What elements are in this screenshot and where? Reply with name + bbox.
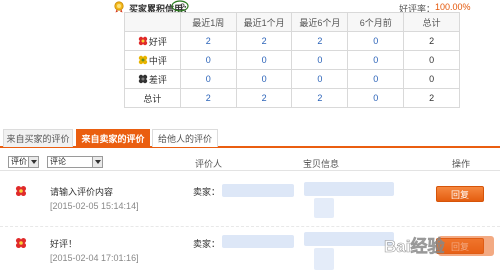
stats-cell[interactable]: 2 [235,88,293,108]
review-content: 好评！ [50,239,78,249]
comment-filter-value: 评论 [50,157,66,166]
redacted-item-info [304,182,394,196]
reply-button[interactable]: 回复 [436,238,484,254]
stats-row-total: 总计 2 2 2 0 2 [124,88,460,108]
stats-cell[interactable]: 2 [179,31,237,51]
stats-row-label: 中评 [124,50,181,70]
redacted-seller-name [222,235,294,248]
stats-cell[interactable]: 0 [347,88,405,108]
review-date: [2015-02-05 15:14:14] [50,201,139,211]
comment-filter-select[interactable]: 评论 [47,156,103,168]
stats-header-row: 最近1周 最近1个月 最近6个月 6个月前 总计 [124,12,460,32]
stats-row-label: 好评 [124,31,181,51]
stats-header-cell: 最近1周 [179,12,237,32]
stats-cell: 0 [403,69,460,89]
stats-cell[interactable]: 2 [291,31,349,51]
review-row: 好评！ [2015-02-04 17:01:16] 卖家： 回复 [0,229,500,275]
stats-row-label-text: 差评 [148,74,167,85]
stats-row-label-text: 中评 [148,55,167,66]
stats-cell[interactable]: 2 [291,88,349,108]
tab-from-buyers[interactable]: 来自买家的评价 [3,129,73,147]
column-header-item: 宝贝信息 [303,159,340,169]
stats-cell[interactable]: 2 [179,88,237,108]
red-flower-icon [15,237,27,249]
stats-cell[interactable]: 0 [291,69,349,89]
column-header-action: 操作 [452,159,471,169]
red-flower-icon [138,36,148,45]
reply-button[interactable]: 回复 [436,186,484,202]
stats-cell[interactable]: 0 [347,69,405,89]
stats-cell: 2 [403,88,460,108]
redacted-item-info [304,232,394,246]
chevron-down-icon [28,157,38,167]
stats-header-cell [124,12,181,32]
stats-row-label: 总计 [124,88,181,108]
review-date: [2015-02-04 17:01:16] [50,253,139,263]
stats-cell[interactable]: 0 [291,50,349,70]
black-flower-icon [138,74,148,83]
chevron-down-icon [92,157,102,167]
review-content: 请输入评价内容 [50,187,114,197]
rating-filter-select[interactable]: 评价 [8,156,39,168]
stats-cell[interactable]: 0 [347,31,405,51]
stats-row-label: 差评 [124,69,181,89]
stats-header-cell: 总计 [403,12,460,32]
stats-cell[interactable]: 0 [347,50,405,70]
stats-cell[interactable]: 2 [235,31,293,51]
stats-cell[interactable]: 0 [179,50,237,70]
rating-filter-value: 评价 [11,157,27,166]
review-tabs: 来自买家的评价 来自卖家的评价 给他人的评价 [0,128,500,148]
stats-cell[interactable]: 0 [179,69,237,89]
stats-row-positive: 好评 2 2 2 0 2 [124,31,460,51]
tab-given-to-others[interactable]: 给他人的评价 [152,129,218,147]
stats-cell: 0 [403,50,460,70]
review-filter-row: 评价 评论 评价人 宝贝信息 操作 [0,153,500,171]
stats-cell[interactable]: 0 [235,50,293,70]
seller-label: 卖家： [193,187,221,197]
highlight-circle [171,0,189,12]
tab-from-sellers[interactable]: 来自卖家的评价 [76,129,150,147]
positive-rate-value: 100.00% [435,2,471,12]
redacted-item-thumb [314,198,334,218]
redacted-seller-name [222,184,294,197]
column-header-reviewer: 评价人 [195,159,223,169]
yellow-flower-icon [138,55,148,64]
rating-stats-table: 最近1周 最近1个月 最近6个月 6个月前 总计 好评 2 2 2 0 2 中评… [124,12,460,108]
stats-cell: 2 [403,31,460,51]
stats-row-label-text: 好评 [148,36,167,47]
stats-row-neutral: 中评 0 0 0 0 0 [124,50,460,70]
red-flower-icon [15,185,27,197]
seller-label: 卖家： [193,239,221,249]
stats-cell[interactable]: 0 [235,69,293,89]
redacted-item-thumb [314,248,334,270]
stats-row-negative: 差评 0 0 0 0 0 [124,69,460,89]
review-row: 请输入评价内容 [2015-02-05 15:14:14] 卖家： 回复 [0,177,500,227]
stats-header-cell: 最近6个月 [291,12,349,32]
stats-header-cell: 最近1个月 [235,12,293,32]
stats-header-cell: 6个月前 [347,12,405,32]
